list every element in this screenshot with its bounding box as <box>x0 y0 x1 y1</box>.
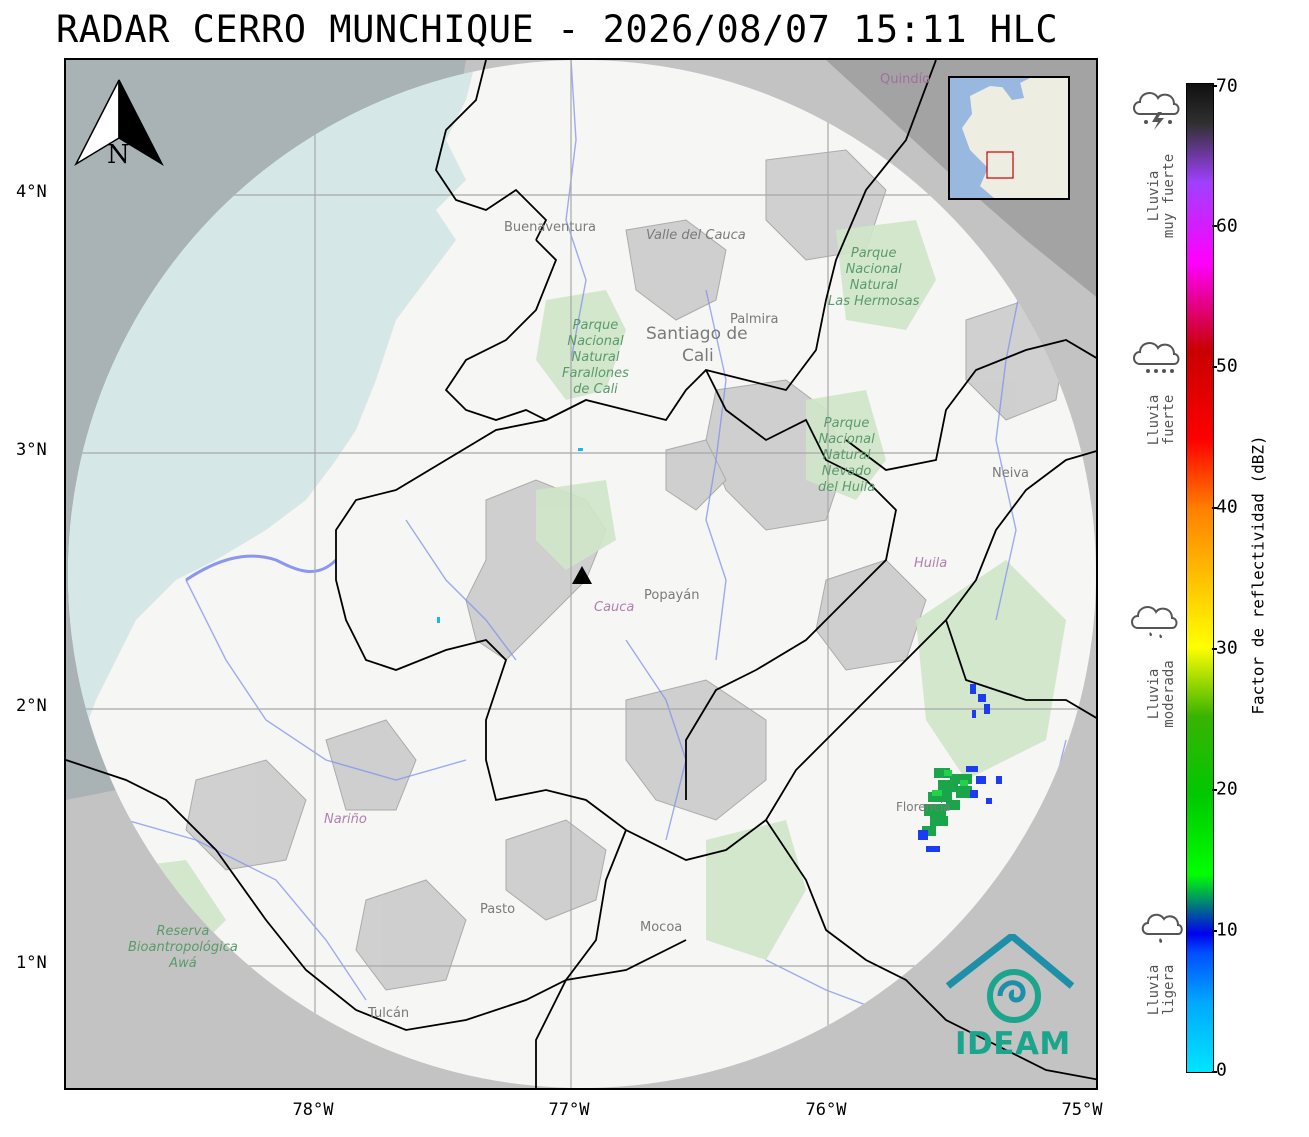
inset-locator-map <box>948 76 1070 200</box>
colorbar-tick: 40 <box>1216 496 1238 518</box>
lat-tick: 2°N <box>16 696 47 716</box>
place-label: Cauca <box>594 600 635 615</box>
lon-tick: 77°W <box>548 1100 590 1120</box>
rain-category-label: Lluvia moderada <box>1146 660 1177 728</box>
place-label: Pasto <box>480 902 516 917</box>
park-label: Parque Nacional Natural Nevado del Huila <box>818 416 876 495</box>
park-label: Parque Nacional Natural Farallones de Cali <box>562 318 629 397</box>
place-label: Nariño <box>324 812 367 827</box>
place-label: Huila <box>914 556 948 571</box>
place-label: Tulcán <box>368 1006 410 1021</box>
place-label: Santiago de <box>646 324 748 344</box>
place-label: Quindío <box>880 72 931 87</box>
map-title: RADAR CERRO MUNCHIQUE - 2026/08/07 15:11… <box>56 8 1059 51</box>
colorbar-tick: 10 <box>1216 919 1238 941</box>
ideam-logo-text: IDEAM <box>955 1026 1071 1062</box>
colorbar-tick: 60 <box>1216 215 1238 237</box>
park-label: Parque Nacional Natural Las Hermosas <box>828 246 920 309</box>
colorbar-tick: 20 <box>1216 778 1238 800</box>
rain-category-label: Lluvia fuerte <box>1146 394 1177 446</box>
lon-tick: 75°W <box>1061 1100 1103 1120</box>
colorbar-label: Factor de reflectividad (dBZ) <box>1248 435 1268 715</box>
rain-category-label: Lluvia ligera <box>1146 964 1177 1016</box>
north-arrow-icon: N <box>74 78 164 174</box>
park-label: Reserva Bioantropológica Awá <box>128 924 238 971</box>
place-label: Popayán <box>644 588 700 603</box>
moderate-rain-cloud-icon <box>1128 600 1180 648</box>
light-rain-cloud-icon <box>1140 908 1184 952</box>
place-label: Buenaventura <box>504 220 596 235</box>
place-label: Valle del Cauca <box>646 228 746 243</box>
lat-tick: 4°N <box>16 182 47 202</box>
place-label: Neiva <box>992 466 1029 481</box>
ideam-logo <box>944 932 1075 1034</box>
thunderstorm-cloud-icon <box>1130 86 1182 134</box>
place-label: Florencia <box>896 800 951 814</box>
rain-category-label: Lluvia muy fuerte <box>1146 153 1177 239</box>
lat-tick: 1°N <box>16 953 47 973</box>
place-label: Mocoa <box>640 920 683 935</box>
colorbar-tick: 0 <box>1216 1059 1227 1081</box>
place-label: Cali <box>682 346 714 366</box>
lon-tick: 76°W <box>805 1100 847 1120</box>
lat-tick: 3°N <box>16 440 47 460</box>
north-letter: N <box>107 140 130 170</box>
radar-map[interactable]: Buenaventura Valle del Cauca Palmira San… <box>64 58 1098 1090</box>
colorbar-tick: 70 <box>1216 75 1238 97</box>
reflectivity-colorbar <box>1186 83 1214 1073</box>
colorbar-tick: 30 <box>1216 637 1238 659</box>
lon-tick: 78°W <box>292 1100 334 1120</box>
colorbar-tick: 50 <box>1216 355 1238 377</box>
heavy-rain-cloud-icon <box>1130 336 1182 382</box>
